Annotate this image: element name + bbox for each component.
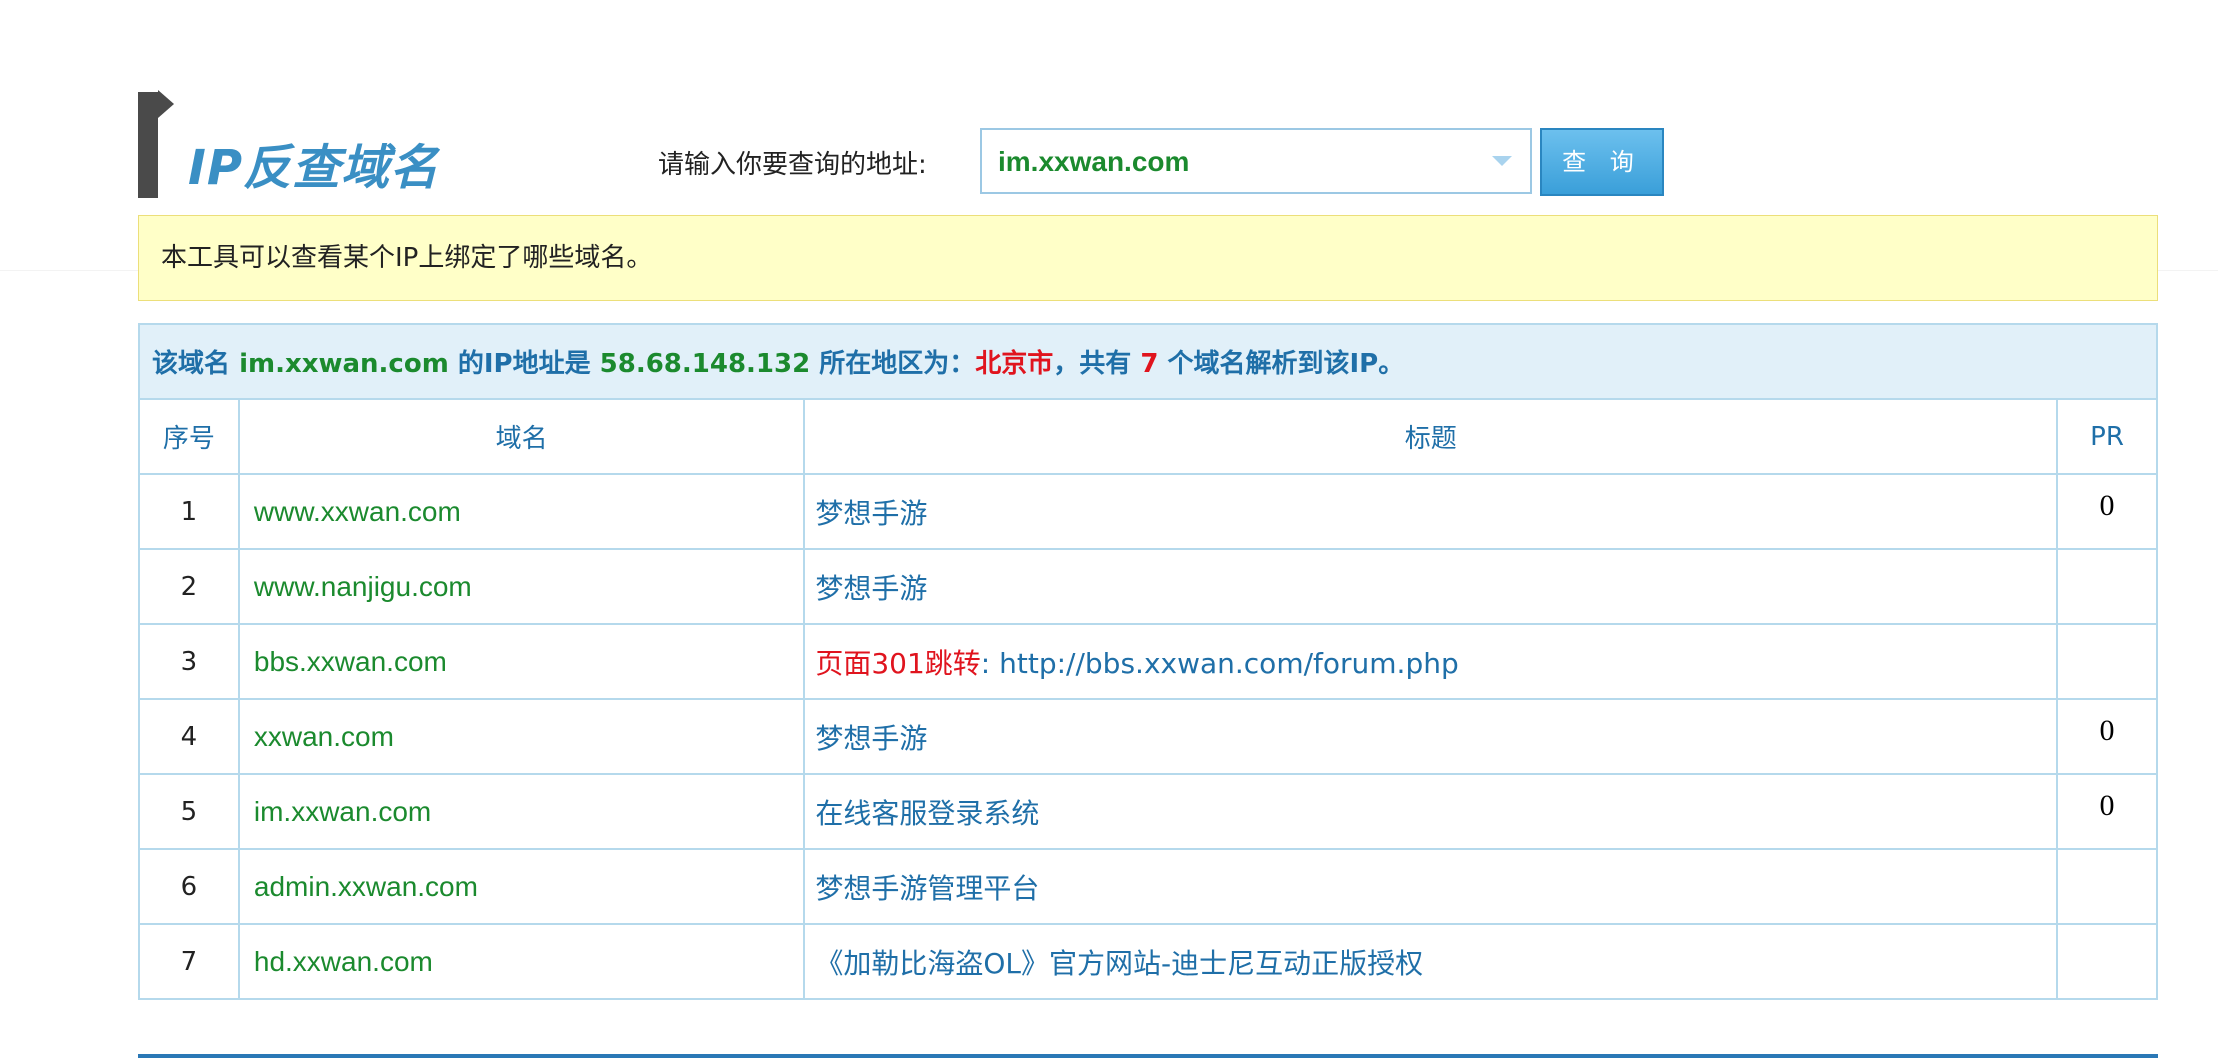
row-pr: 0 bbox=[2056, 473, 2158, 550]
table-row: 1 www.xxwan.com 梦想手游 0 bbox=[138, 473, 2158, 550]
row-domain-link[interactable]: www.xxwan.com bbox=[237, 473, 806, 550]
result-table: 该域名 im.xxwan.com 的IP地址是 58.68.148.132 所在… bbox=[138, 323, 2158, 1000]
row-domain-link[interactable]: im.xxwan.com bbox=[237, 773, 806, 850]
search-box[interactable] bbox=[980, 128, 1532, 194]
row-title: 梦想手游 bbox=[803, 698, 2059, 775]
page-container: IP反查域名 请输入你要查询的地址: 查 询 本工具可以查看某个IP上绑定了哪些… bbox=[138, 0, 2158, 1058]
row-pr: 0 bbox=[2056, 698, 2158, 775]
row-no: 6 bbox=[138, 848, 240, 925]
row-pr bbox=[2056, 848, 2158, 925]
table-row: 5 im.xxwan.com 在线客服登录系统 0 bbox=[138, 773, 2158, 850]
search-label: 请输入你要查询的地址: bbox=[658, 150, 927, 180]
row-pr bbox=[2056, 623, 2158, 700]
row-domain-link[interactable]: bbs.xxwan.com bbox=[237, 623, 806, 700]
row-title: 梦想手游 bbox=[803, 548, 2059, 625]
tool-header: IP反查域名 请输入你要查询的地址: 查 询 bbox=[138, 0, 2158, 215]
row-no: 5 bbox=[138, 773, 240, 850]
summary-region: 北京市 bbox=[975, 349, 1054, 379]
table-row: 7 hd.xxwan.com 《加勒比海盗OL》官方网站-迪士尼互动正版授权 bbox=[138, 923, 2158, 1000]
row-title: 梦想手游管理平台 bbox=[803, 848, 2059, 925]
row-no: 7 bbox=[138, 923, 240, 1000]
row-no: 4 bbox=[138, 698, 240, 775]
table-row: 6 admin.xxwan.com 梦想手游管理平台 bbox=[138, 848, 2158, 925]
row-domain-link[interactable]: www.nanjigu.com bbox=[237, 548, 806, 625]
summary-row: 该域名 im.xxwan.com 的IP地址是 58.68.148.132 所在… bbox=[138, 323, 2158, 400]
header-pr: PR bbox=[2056, 398, 2158, 475]
redirect-url-link[interactable]: : http://bbs.xxwan.com/forum.php bbox=[981, 647, 1459, 680]
footer-divider bbox=[138, 1054, 2158, 1058]
row-no: 3 bbox=[138, 623, 240, 700]
row-pr bbox=[2056, 923, 2158, 1000]
row-pr bbox=[2056, 548, 2158, 625]
row-title: 页面301跳转: http://bbs.xxwan.com/forum.php bbox=[803, 623, 2059, 700]
row-pr: 0 bbox=[2056, 773, 2158, 850]
redirect-label: 页面301跳转 bbox=[815, 646, 981, 680]
row-title: 《加勒比海盗OL》官方网站-迪士尼互动正版授权 bbox=[803, 923, 2059, 1000]
summary-count: 7 bbox=[1140, 349, 1159, 379]
notice-banner: 本工具可以查看某个IP上绑定了哪些域名。 bbox=[138, 215, 2158, 301]
table-header-row: 序号 域名 标题 PR bbox=[138, 398, 2158, 475]
row-domain-link[interactable]: xxwan.com bbox=[237, 698, 806, 775]
table-row: 4 xxwan.com 梦想手游 0 bbox=[138, 698, 2158, 775]
query-button[interactable]: 查 询 bbox=[1540, 128, 1664, 196]
row-domain-link[interactable]: hd.xxwan.com bbox=[237, 923, 806, 1000]
search-input[interactable] bbox=[982, 130, 1470, 194]
table-row: 3 bbs.xxwan.com 页面301跳转: http://bbs.xxwa… bbox=[138, 623, 2158, 700]
row-no: 1 bbox=[138, 473, 240, 550]
chevron-down-icon[interactable] bbox=[1492, 156, 1512, 166]
summary-domain: im.xxwan.com bbox=[239, 349, 449, 379]
summary-text: 该域名 im.xxwan.com 的IP地址是 58.68.148.132 所在… bbox=[138, 323, 2158, 400]
row-no: 2 bbox=[138, 548, 240, 625]
header-no: 序号 bbox=[138, 398, 240, 475]
header-title: 标题 bbox=[803, 398, 2059, 475]
row-title: 在线客服登录系统 bbox=[803, 773, 2059, 850]
header-domain: 域名 bbox=[237, 398, 806, 475]
page-title: IP反查域名 bbox=[188, 140, 440, 196]
row-domain-link[interactable]: admin.xxwan.com bbox=[237, 848, 806, 925]
title-accent-bar bbox=[138, 92, 158, 198]
summary-ip: 58.68.148.132 bbox=[599, 349, 811, 379]
row-title: 梦想手游 bbox=[803, 473, 2059, 550]
table-row: 2 www.nanjigu.com 梦想手游 bbox=[138, 548, 2158, 625]
